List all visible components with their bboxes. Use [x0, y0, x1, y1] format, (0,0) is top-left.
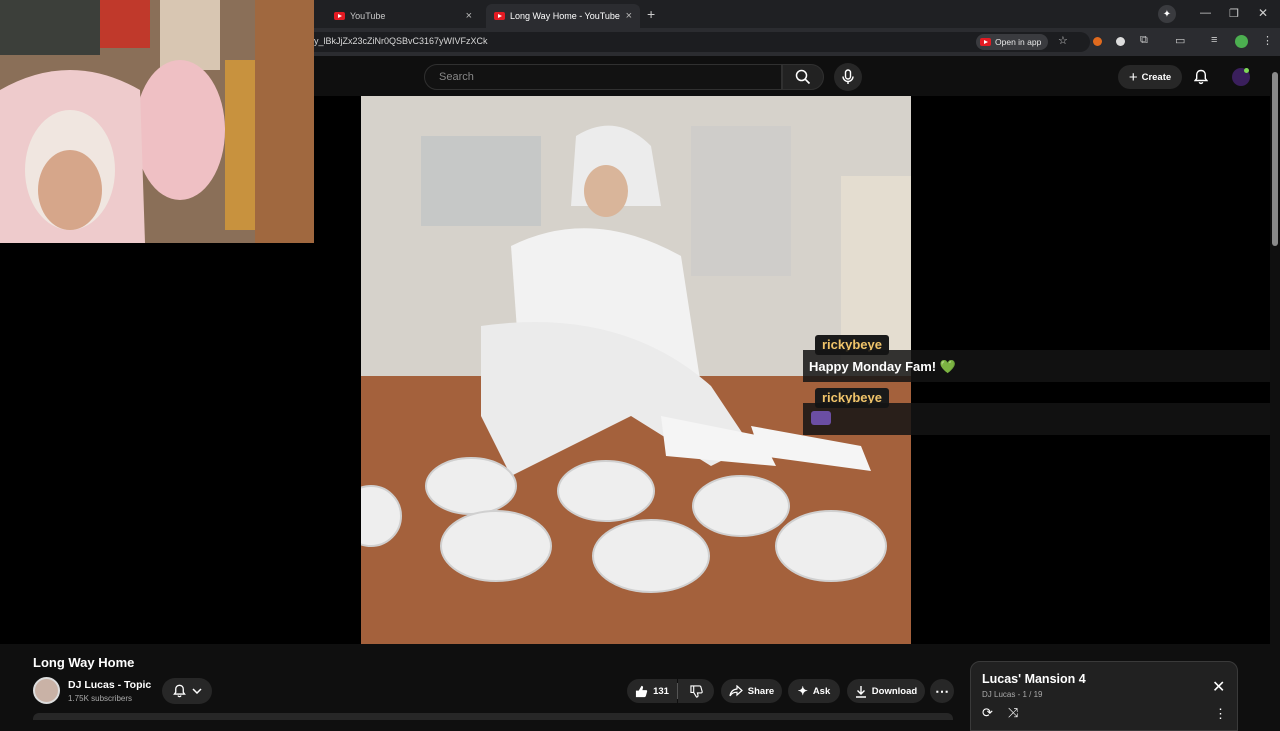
- close-icon[interactable]: ✕: [1212, 677, 1225, 697]
- plus-icon: +: [1128, 68, 1138, 86]
- subscriber-count: 1.75K subscribers: [68, 694, 133, 703]
- tab-label: Long Way Home - YouTube: [510, 11, 620, 21]
- window-close-icon[interactable]: ✕: [1258, 6, 1268, 20]
- playlist-title[interactable]: Lucas' Mansion 4: [982, 672, 1086, 686]
- notifications-button[interactable]: [1190, 66, 1212, 88]
- tab-close-icon[interactable]: ×: [466, 10, 472, 22]
- minimize-icon[interactable]: —: [1200, 7, 1211, 19]
- thumbs-up-icon: [635, 685, 648, 697]
- download-label: Download: [871, 685, 918, 697]
- gemini-icon[interactable]: ✦: [1158, 5, 1176, 23]
- ask-label: Ask: [812, 685, 831, 697]
- loop-icon[interactable]: ⟳: [982, 705, 993, 721]
- create-button[interactable]: + Create: [1118, 65, 1182, 89]
- tab-label: YouTube: [350, 11, 386, 21]
- share-label: Share: [747, 685, 775, 697]
- webcam-image: [0, 0, 314, 243]
- sparkle-icon: ✦: [797, 684, 808, 698]
- like-button[interactable]: 131: [627, 679, 677, 703]
- subscription-notifications-button[interactable]: [162, 678, 212, 704]
- extension-icon[interactable]: [1116, 37, 1125, 46]
- share-icon: [729, 685, 743, 697]
- bookmark-star-icon[interactable]: ☆: [1058, 34, 1068, 47]
- bell-icon: [172, 684, 186, 698]
- dislike-button[interactable]: [678, 679, 714, 703]
- chevron-down-icon: [191, 688, 202, 694]
- open-in-app-button[interactable]: Open in app: [976, 34, 1049, 50]
- chat-emote-icon: [811, 411, 831, 425]
- search-input[interactable]: Search: [424, 64, 782, 90]
- chat-message: Happy Monday Fam! 💚: [803, 350, 1270, 382]
- thumbs-down-icon: [689, 684, 703, 698]
- share-button[interactable]: Share: [721, 679, 782, 703]
- youtube-favicon-icon: [334, 12, 345, 20]
- create-label: Create: [1141, 71, 1172, 83]
- search-button[interactable]: [782, 64, 824, 90]
- shuffle-icon[interactable]: ⤨: [1008, 705, 1018, 721]
- open-in-app-label: Open in app: [995, 37, 1042, 47]
- ask-button[interactable]: ✦ Ask: [788, 679, 840, 703]
- like-count: 131: [653, 685, 669, 697]
- profile-avatar-icon[interactable]: [1235, 35, 1248, 48]
- url-text[interactable]: y_lBkJjZx23cZiNr0QSBvC3167yWIVFzXCk: [314, 36, 488, 46]
- youtube-favicon-icon: [980, 38, 991, 46]
- download-icon: [855, 685, 866, 698]
- scrollbar-thumb[interactable]: [1272, 72, 1278, 246]
- extensions-puzzle-icon[interactable]: ⧉: [1140, 34, 1148, 47]
- voice-search-button[interactable]: [834, 63, 862, 91]
- download-button[interactable]: Download: [847, 679, 925, 703]
- more-horizontal-icon: ⋯: [935, 682, 949, 699]
- browser-menu-icon[interactable]: ⋮: [1262, 34, 1273, 47]
- tab-long-way-home[interactable]: Long Way Home - YouTube ×: [486, 4, 640, 28]
- playlist-subtitle: DJ Lucas - 1 / 19: [982, 690, 1043, 699]
- status-dot: [1244, 68, 1249, 73]
- restore-icon[interactable]: ❐: [1229, 7, 1239, 20]
- cast-icon[interactable]: ▭: [1175, 34, 1185, 47]
- search-icon: [795, 69, 811, 85]
- tab-youtube[interactable]: YouTube ×: [326, 4, 480, 28]
- channel-avatar[interactable]: [33, 677, 60, 704]
- new-tab-button[interactable]: +: [647, 6, 655, 22]
- microphone-icon: [842, 69, 854, 84]
- extension-icon[interactable]: [1093, 37, 1102, 46]
- tab-close-icon[interactable]: ×: [626, 10, 632, 22]
- media-control-icon[interactable]: ≡: [1211, 34, 1217, 46]
- webcam-overlay: [0, 0, 314, 243]
- video-title: Long Way Home: [33, 655, 135, 670]
- bell-icon: [1194, 69, 1208, 85]
- chat-message: [803, 403, 1270, 435]
- description-box[interactable]: [33, 713, 953, 720]
- channel-name[interactable]: DJ Lucas - Topic: [68, 679, 151, 691]
- youtube-favicon-icon: [494, 12, 505, 20]
- more-actions-button[interactable]: ⋯: [930, 679, 954, 703]
